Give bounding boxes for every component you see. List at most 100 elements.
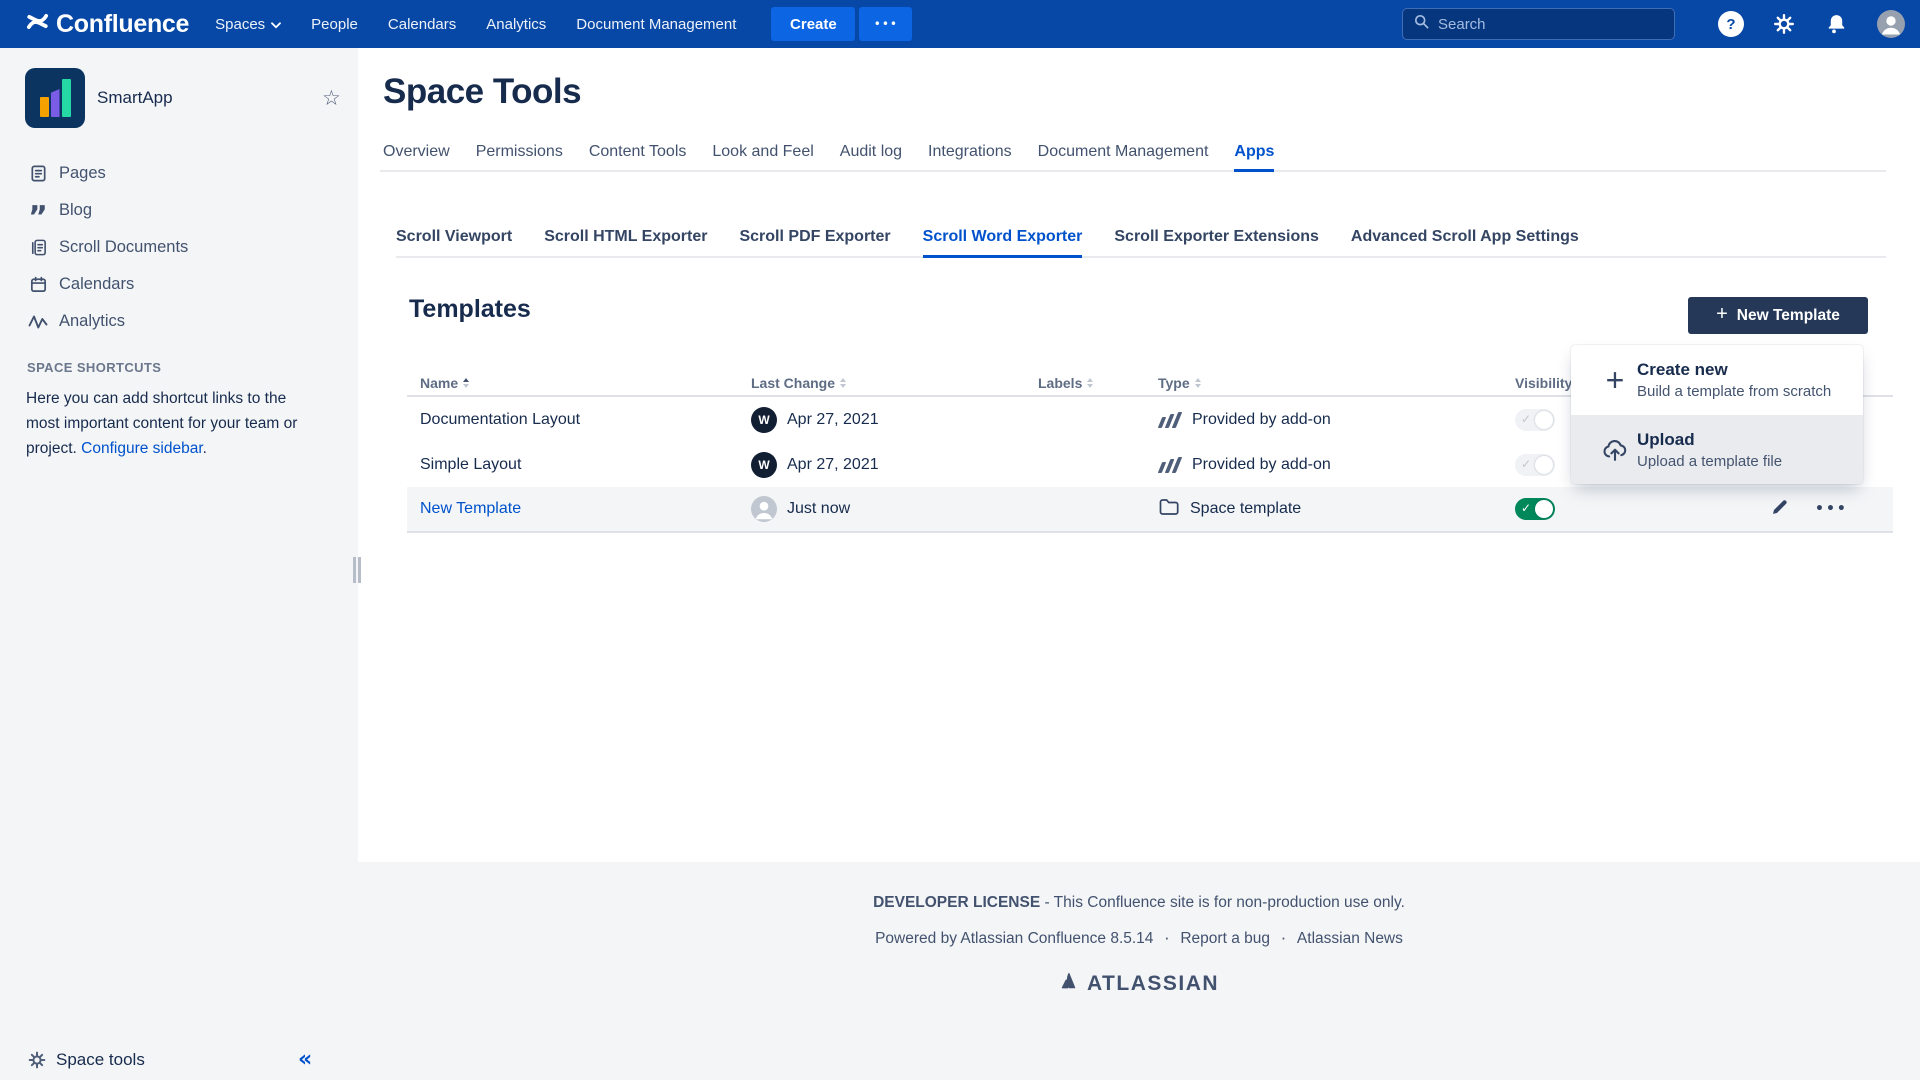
space-shortcuts-heading: SPACE SHORTCUTS [27,360,161,375]
sidebar-item-analytics[interactable]: Analytics [0,303,358,340]
word-addon-icon: W [751,452,777,478]
search-input[interactable] [1438,16,1638,33]
sidebar-nav: Pages ” Blog Scroll Documents Calendars [0,155,358,340]
settings-gear-icon[interactable] [1772,12,1796,36]
atlassian-wordmark: ATLASSIAN [1087,972,1219,996]
blog-quote-icon: ” [27,206,49,216]
subtab-scroll-word-exporter[interactable]: Scroll Word Exporter [923,228,1083,246]
sidebar-item-label: Analytics [59,312,125,331]
subtab-advanced-scroll-app-settings[interactable]: Advanced Scroll App Settings [1351,228,1579,246]
edit-pencil-icon[interactable] [1770,497,1789,521]
toggle-knob [1535,411,1553,429]
confluence-mark-icon [26,10,49,38]
configure-sidebar-link[interactable]: Configure sidebar [81,440,203,457]
help-icon[interactable]: ? [1718,11,1744,37]
create-more-button[interactable]: ••• [859,7,912,41]
menu-item-title: Create new [1637,360,1831,380]
tab-content-tools[interactable]: Content Tools [589,143,687,161]
tab-look-and-feel[interactable]: Look and Feel [712,143,813,161]
visibility-toggle[interactable] [1515,409,1555,431]
favorite-star-icon[interactable]: ☆ [322,86,341,110]
table-row: New Template Just now Space template [407,487,1893,533]
report-a-bug-link[interactable]: Report a bug [1180,930,1270,948]
tab-apps[interactable]: Apps [1234,143,1274,161]
space-name: SmartApp [97,88,173,108]
brand-name: Confluence [56,10,189,39]
main-content: Space Tools Overview Permissions Content… [358,48,1920,862]
separator-dot: · [1164,930,1169,948]
atlassian-news-link[interactable]: Atlassian News [1297,930,1403,948]
nav-item-calendars[interactable]: Calendars [388,16,456,33]
column-header-type[interactable]: Type [1158,375,1515,391]
scroll-addon-icon [1155,412,1185,428]
templates-heading: Templates [409,295,531,324]
column-header-name[interactable]: Name [407,375,751,391]
subtab-scroll-html-exporter[interactable]: Scroll HTML Exporter [544,228,707,246]
subtab-scroll-exporter-extensions[interactable]: Scroll Exporter Extensions [1114,228,1319,246]
nav-menu: Spaces People Calendars Analytics Docume… [215,16,736,33]
cell-last-change: Just now [751,496,1038,522]
new-template-dropdown: + Create new Build a template from scrat… [1571,345,1863,484]
search-box[interactable] [1402,8,1675,40]
column-header-labels[interactable]: Labels [1038,375,1158,391]
collapse-sidebar-icon[interactable]: « [298,1050,312,1070]
word-addon-icon: W [751,407,777,433]
toggle-knob [1535,456,1553,474]
tab-overview[interactable]: Overview [383,143,450,161]
sidebar-item-label: Blog [59,201,92,220]
subtab-scroll-pdf-exporter[interactable]: Scroll PDF Exporter [739,228,890,246]
template-name-link[interactable]: New Template [420,500,521,518]
calendar-icon [27,275,49,294]
create-button[interactable]: Create [771,7,855,41]
atlassian-brand: ATLASSIAN [358,970,1920,997]
sidebar-item-pages[interactable]: Pages [0,155,358,192]
menu-item-title: Upload [1637,430,1782,450]
subtab-scroll-viewport[interactable]: Scroll Viewport [396,228,512,246]
check-icon [1521,457,1531,471]
sidebar-item-blog[interactable]: ” Blog [0,192,358,229]
user-avatar-icon [751,496,777,522]
tab-integrations[interactable]: Integrations [928,143,1012,161]
tab-permissions[interactable]: Permissions [476,143,563,161]
space-tools-bar[interactable]: Space tools « [0,1040,358,1080]
menu-item-upload[interactable]: Upload Upload a template file [1571,415,1863,484]
column-header-last-change[interactable]: Last Change [751,375,1038,391]
atlassian-logo-icon [1059,970,1081,997]
space-tools-gear-icon [27,1050,47,1070]
space-tools-tabs: Overview Permissions Content Tools Look … [380,143,1886,172]
user-avatar-icon[interactable] [1877,10,1905,38]
nav-item-people[interactable]: People [311,16,358,33]
new-template-button[interactable]: + New Template [1688,297,1868,334]
space-tools-label: Space tools [56,1050,145,1070]
cell-last-change: W Apr 27, 2021 [751,407,1038,433]
toggle-knob [1535,500,1553,518]
tab-document-management[interactable]: Document Management [1038,143,1209,161]
menu-item-subtitle: Upload a template file [1637,453,1782,470]
tab-audit-log[interactable]: Audit log [840,143,902,161]
separator-dot: · [1281,930,1286,948]
powered-by-link[interactable]: Powered by Atlassian Confluence 8.5.14 [875,930,1153,948]
nav-item-document-management[interactable]: Document Management [576,16,736,33]
sidebar-resize-handle[interactable] [353,557,361,583]
sort-icon [1195,378,1201,388]
cell-visibility [1515,498,1770,520]
navbar-icon-group: ? [1718,0,1905,48]
nav-item-spaces[interactable]: Spaces [215,16,281,33]
sort-icon [1087,378,1093,388]
more-actions-icon[interactable]: ••• [1815,501,1848,517]
documents-icon [27,238,49,257]
search-icon [1413,13,1430,35]
notifications-bell-icon[interactable] [1824,12,1849,37]
sidebar-item-scroll-documents[interactable]: Scroll Documents [0,229,358,266]
scroll-addon-icon [1155,457,1185,473]
visibility-toggle[interactable] [1515,498,1555,520]
visibility-toggle[interactable] [1515,454,1555,476]
confluence-logo[interactable]: Confluence [26,10,189,39]
folder-icon [1158,497,1180,522]
nav-item-analytics[interactable]: Analytics [486,16,546,33]
plus-icon: + [1593,365,1637,395]
plus-icon: + [1716,303,1728,326]
sidebar-item-calendars[interactable]: Calendars [0,266,358,303]
menu-item-create-new[interactable]: + Create new Build a template from scrat… [1571,345,1863,415]
space-header[interactable]: SmartApp [25,68,173,128]
